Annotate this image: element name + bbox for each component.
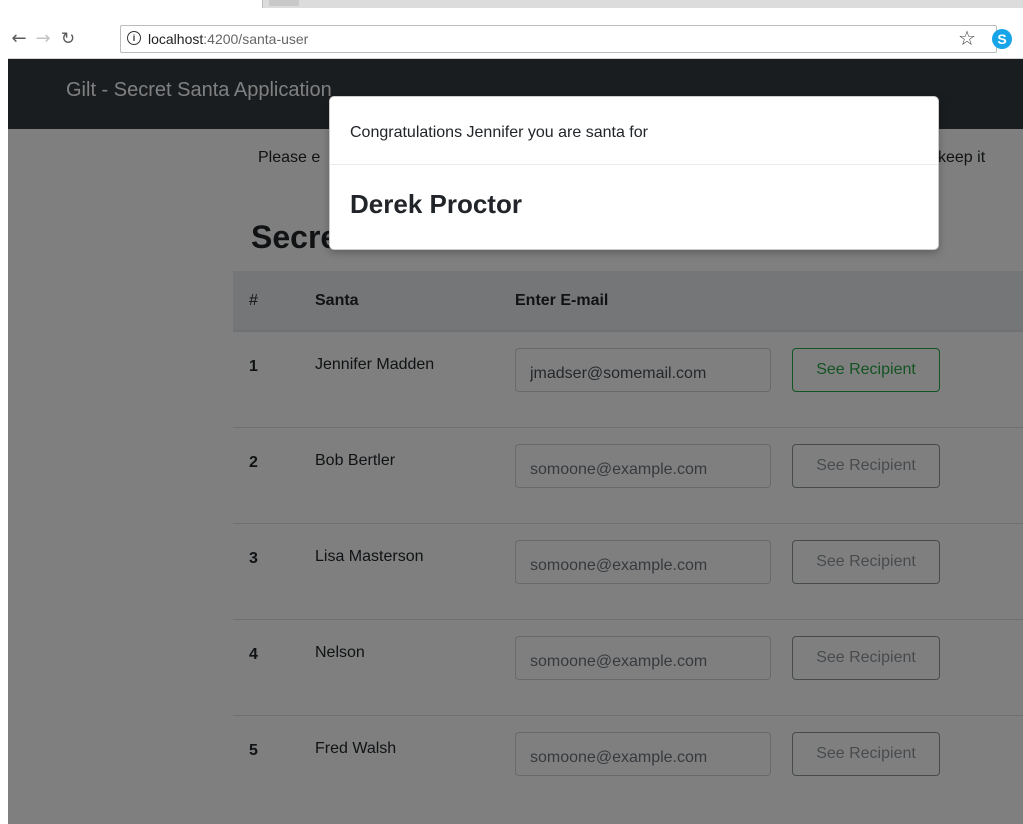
page-content: Gilt - Secret Santa Application Please e… [8,59,1023,824]
window-edge [0,0,8,824]
bookmark-star-icon[interactable]: ☆ [958,26,976,50]
recipient-name: Derek Proctor [350,189,522,219]
forward-arrow-icon[interactable]: → [32,28,54,50]
browser-toolbar: ← → ↻ i localhost:4200/santa-user [0,22,1023,59]
address-bar[interactable]: i localhost:4200/santa-user [120,25,997,53]
modal-message: Congratulations Jennifer you are santa f… [330,97,938,165]
url-host: localhost [148,31,204,47]
url-path: :4200/santa-user [203,31,309,47]
skype-extension-icon[interactable]: S [992,29,1012,49]
url-text[interactable]: localhost:4200/santa-user [148,31,308,47]
back-arrow-icon[interactable]: ← [8,28,30,50]
browser-tab[interactable] [262,0,1023,8]
reload-icon[interactable]: ↻ [57,28,79,50]
santa-result-modal: Congratulations Jennifer you are santa f… [329,96,939,250]
browser-tab-strip [0,0,1023,22]
info-icon[interactable]: i [127,31,141,45]
